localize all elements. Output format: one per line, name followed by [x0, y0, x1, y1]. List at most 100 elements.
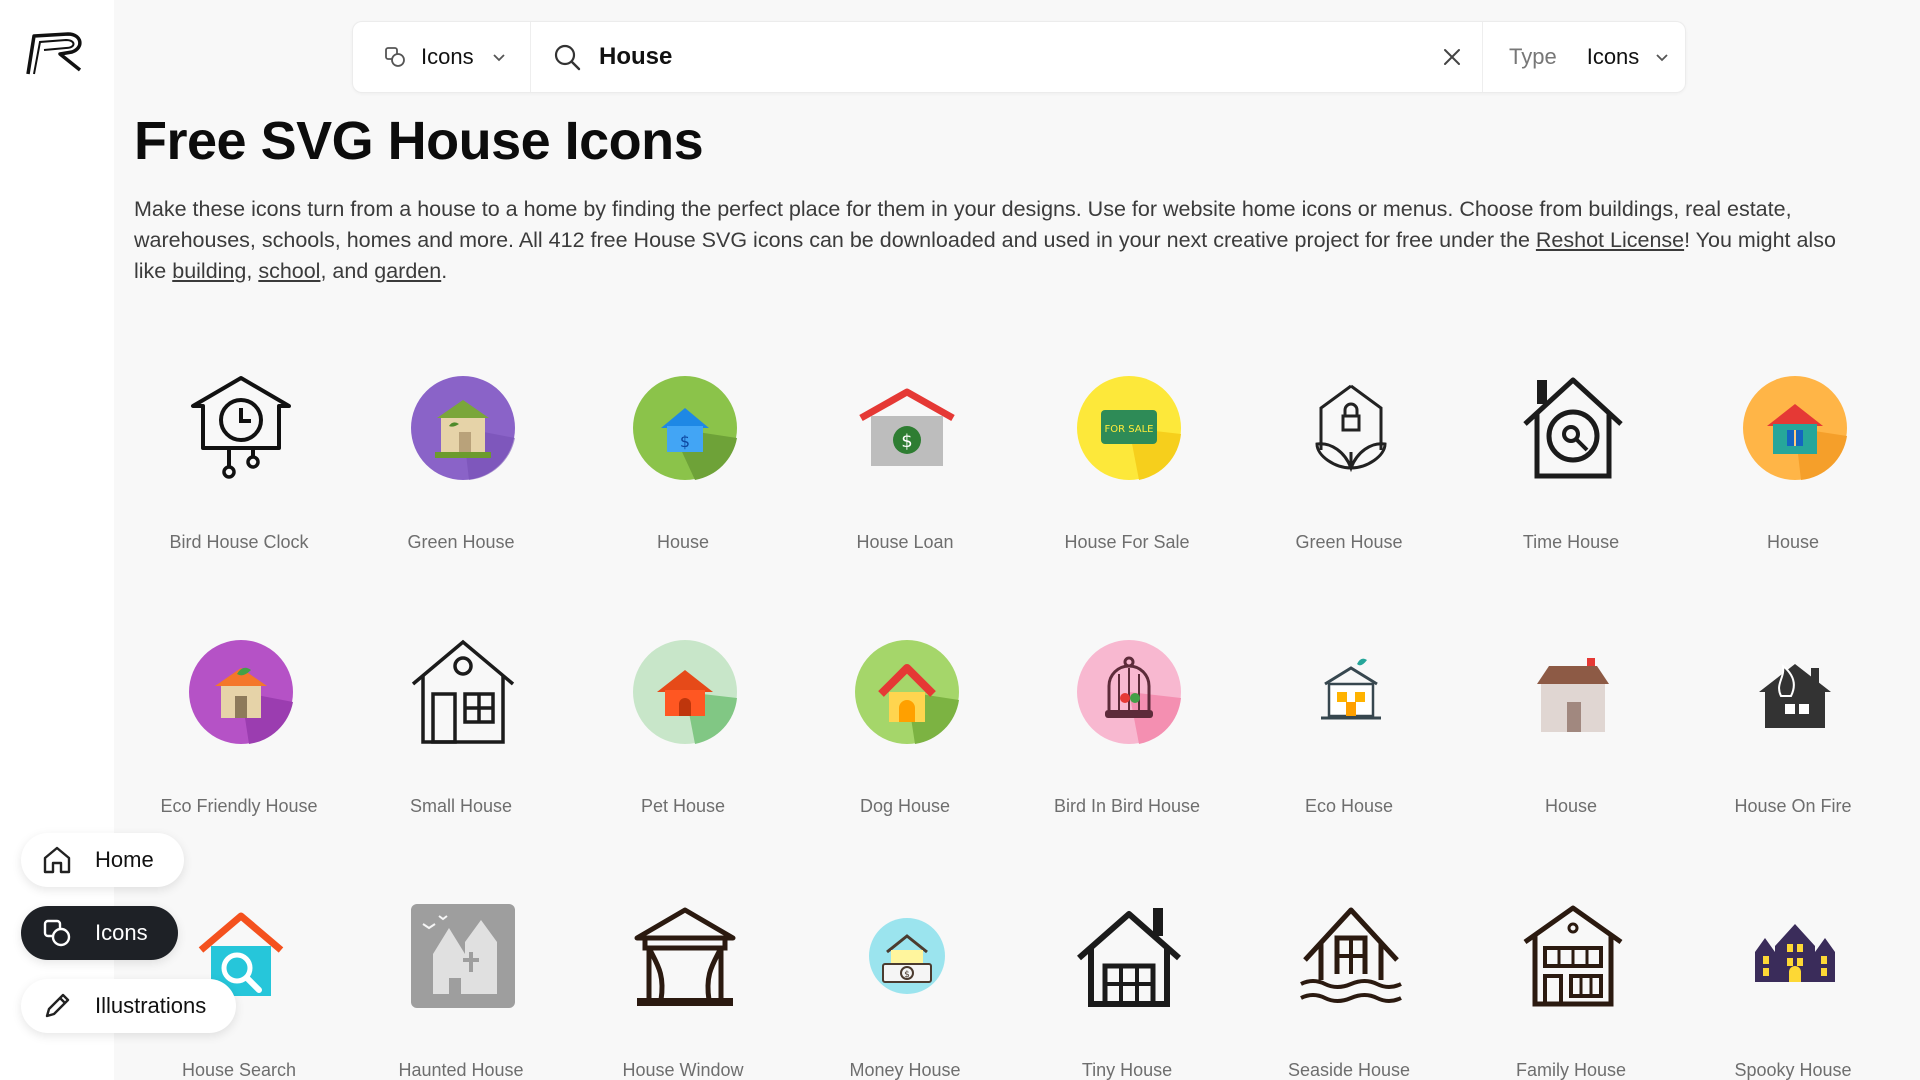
nav-icons-button[interactable]: Icons: [21, 906, 178, 960]
type-filter: Type Icons: [1482, 22, 1685, 92]
type-filter-value: Icons: [1586, 44, 1640, 69]
small-house-icon: [409, 638, 517, 746]
page-description: Make these icons turn from a house to a …: [134, 194, 1874, 287]
icon-card[interactable]: Haunted House: [351, 888, 571, 1080]
icon-card[interactable]: House: [1683, 360, 1903, 580]
icon-card[interactable]: House Window: [573, 888, 793, 1080]
icon-name: Dog House: [859, 796, 951, 816]
nav-home-button[interactable]: Home: [21, 833, 184, 887]
icon-card[interactable]: Dog House: [795, 624, 1015, 844]
clear-search-button[interactable]: [1422, 22, 1482, 92]
icon-card[interactable]: House: [1461, 624, 1681, 844]
house-orange-circle-icon: [1741, 374, 1849, 482]
icon-card[interactable]: Eco Friendly House: [129, 624, 349, 844]
icon-name: Money House: [849, 1060, 961, 1080]
icon-card[interactable]: $ House: [573, 360, 793, 580]
dog-house-icon: [853, 638, 961, 746]
house-loan-icon: $: [853, 374, 961, 482]
icon-card[interactable]: Small House: [351, 624, 571, 844]
money-house-icon: $: [853, 902, 961, 1010]
icon-name: Green House: [1295, 532, 1403, 552]
house-on-fire-icon: [1741, 638, 1849, 746]
icon-card[interactable]: Green House: [1239, 360, 1459, 580]
family-house-icon: [1519, 902, 1627, 1010]
search-icon: [554, 44, 581, 71]
icon-name: House: [1766, 532, 1820, 552]
eco-friendly-house-icon: [187, 638, 295, 746]
svg-text:$: $: [680, 432, 690, 451]
icon-name: Bird House Clock: [169, 532, 309, 552]
pencil-icon: [45, 993, 70, 1018]
separator: .: [441, 259, 448, 283]
icon-name: House: [656, 532, 710, 552]
icon-card[interactable]: Bird In Bird House: [1017, 624, 1237, 844]
svg-text:FOR SALE: FOR SALE: [1104, 424, 1153, 435]
related-link-building[interactable]: building: [172, 259, 246, 283]
house-window-icon: [631, 902, 739, 1010]
bird-cage-icon: [1075, 638, 1183, 746]
icon-name: Family House: [1515, 1060, 1627, 1080]
separator: , and: [320, 259, 375, 283]
bird-house-clock-icon: [187, 374, 295, 482]
icon-card[interactable]: Time House: [1461, 360, 1681, 580]
type-filter-dropdown[interactable]: Icons: [1587, 44, 1670, 70]
asset-type-label: Icons: [421, 44, 474, 69]
icon-card[interactable]: Green House: [351, 360, 571, 580]
icon-card[interactable]: FOR SALE House For Sale: [1017, 360, 1237, 580]
icon-name: House Search: [181, 1060, 297, 1080]
nav-home-label: Home: [95, 847, 154, 872]
icon-name: Spooky House: [1734, 1060, 1852, 1080]
icon-name: Eco Friendly House: [160, 796, 318, 816]
eco-house-icon: [1297, 638, 1405, 746]
icon-card[interactable]: Pet House: [573, 624, 793, 844]
icon-card[interactable]: House On Fire: [1683, 624, 1903, 844]
close-icon: [1444, 49, 1460, 65]
icon-card[interactable]: $ Money House: [795, 888, 1015, 1080]
pet-house-icon: [631, 638, 739, 746]
nav-icons-label: Icons: [95, 920, 148, 945]
icon-card[interactable]: Family House: [1461, 888, 1681, 1080]
nav-illustrations-button[interactable]: Illustrations: [21, 979, 237, 1033]
license-link[interactable]: Reshot License: [1536, 228, 1684, 252]
separator: ,: [246, 259, 259, 283]
search-bar: Icons Type Icons: [352, 21, 1686, 93]
icon-name: Green House: [407, 532, 515, 552]
icon-name: Seaside House: [1287, 1060, 1411, 1080]
icon-name: House Window: [622, 1060, 744, 1080]
svg-text:$: $: [904, 970, 910, 980]
icon-name: Haunted House: [398, 1060, 524, 1080]
icon-name: Time House: [1522, 532, 1620, 552]
reshot-logo[interactable]: [24, 28, 88, 76]
icon-card[interactable]: $ House Loan: [795, 360, 1015, 580]
spooky-house-icon: [1741, 902, 1849, 1010]
house-for-sale-icon: FOR SALE: [1075, 374, 1183, 482]
tiny-house-icon: [1075, 902, 1183, 1010]
house-green-circle-icon: $: [631, 374, 739, 482]
related-link-garden[interactable]: garden: [374, 259, 441, 283]
home-icon: [43, 846, 71, 874]
nav-illustrations-label: Illustrations: [95, 993, 207, 1018]
icons-category-icon: [385, 47, 405, 67]
search-input[interactable]: [599, 43, 1419, 71]
house-brown-roof-icon: [1519, 638, 1627, 746]
icon-name: Eco House: [1304, 796, 1394, 816]
haunted-house-icon: [409, 902, 517, 1010]
icon-card[interactable]: Seaside House: [1239, 888, 1459, 1080]
icon-card[interactable]: Spooky House: [1683, 888, 1903, 1080]
green-house-leaf-icon: [1297, 374, 1405, 482]
time-house-icon: [1519, 374, 1627, 482]
asset-type-dropdown[interactable]: Icons: [353, 22, 531, 92]
search-query-area: [531, 22, 1422, 92]
icon-name: Tiny House: [1081, 1060, 1173, 1080]
related-link-school[interactable]: school: [258, 259, 320, 283]
page-title: Free SVG House Icons: [134, 111, 704, 171]
icon-card[interactable]: Bird House Clock: [129, 360, 349, 580]
icons-category-icon: [43, 919, 71, 947]
green-house-icon: [409, 374, 517, 482]
icon-name: Pet House: [640, 796, 726, 816]
icon-name: Small House: [409, 796, 513, 816]
icon-card[interactable]: Tiny House: [1017, 888, 1237, 1080]
chevron-down-icon: [1656, 54, 1668, 62]
icon-card[interactable]: Eco House: [1239, 624, 1459, 844]
icon-name: House Loan: [856, 532, 954, 552]
